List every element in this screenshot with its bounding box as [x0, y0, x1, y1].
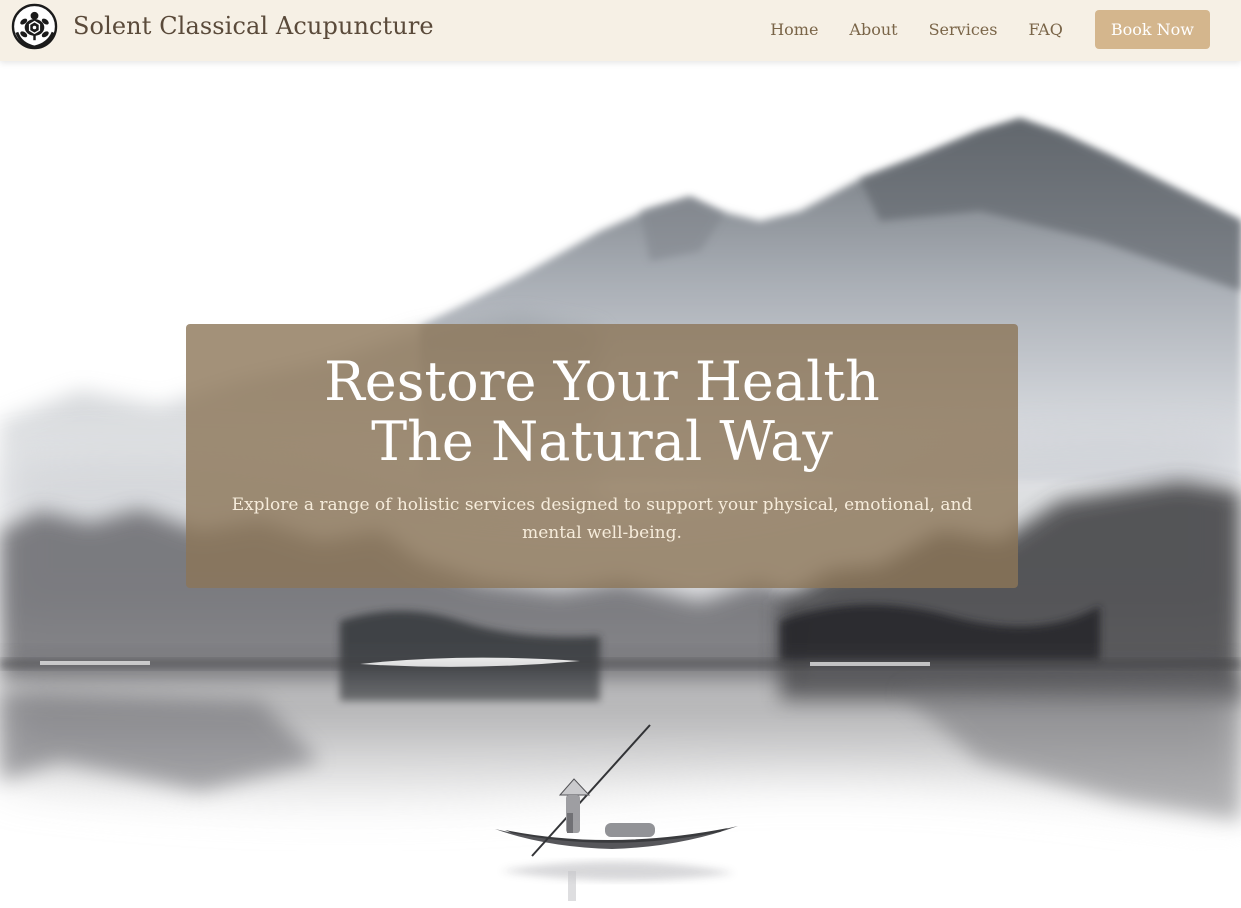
hero-section: Restore Your Health The Natural Way Expl… — [0, 61, 1241, 908]
brand-name: Solent Classical Acupuncture — [73, 12, 434, 40]
brand-home-link[interactable]: Solent Classical Acupuncture — [11, 0, 434, 52]
turtle-logo-icon — [11, 3, 58, 49]
nav-faq-link[interactable]: FAQ — [1028, 20, 1062, 39]
nav-services-link[interactable]: Services — [929, 20, 998, 39]
book-now-button[interactable]: Book Now — [1094, 9, 1210, 49]
nav-about-link[interactable]: About — [849, 20, 897, 39]
main-nav: Home About Services FAQ Book Now — [770, 0, 1210, 58]
page: Solent Classical Acupuncture Home About … — [0, 0, 1241, 908]
nav-home-link[interactable]: Home — [770, 20, 818, 39]
hero-title-line-2: The Natural Way — [371, 410, 833, 473]
hero-text-panel: Restore Your Health The Natural Way Expl… — [186, 324, 1018, 588]
hero-title: Restore Your Health The Natural Way — [252, 352, 952, 472]
hero-subtitle: Explore a range of holistic services des… — [231, 495, 973, 543]
hero-title-line-1: Restore Your Health — [324, 350, 880, 413]
navbar: Solent Classical Acupuncture Home About … — [0, 0, 1241, 61]
